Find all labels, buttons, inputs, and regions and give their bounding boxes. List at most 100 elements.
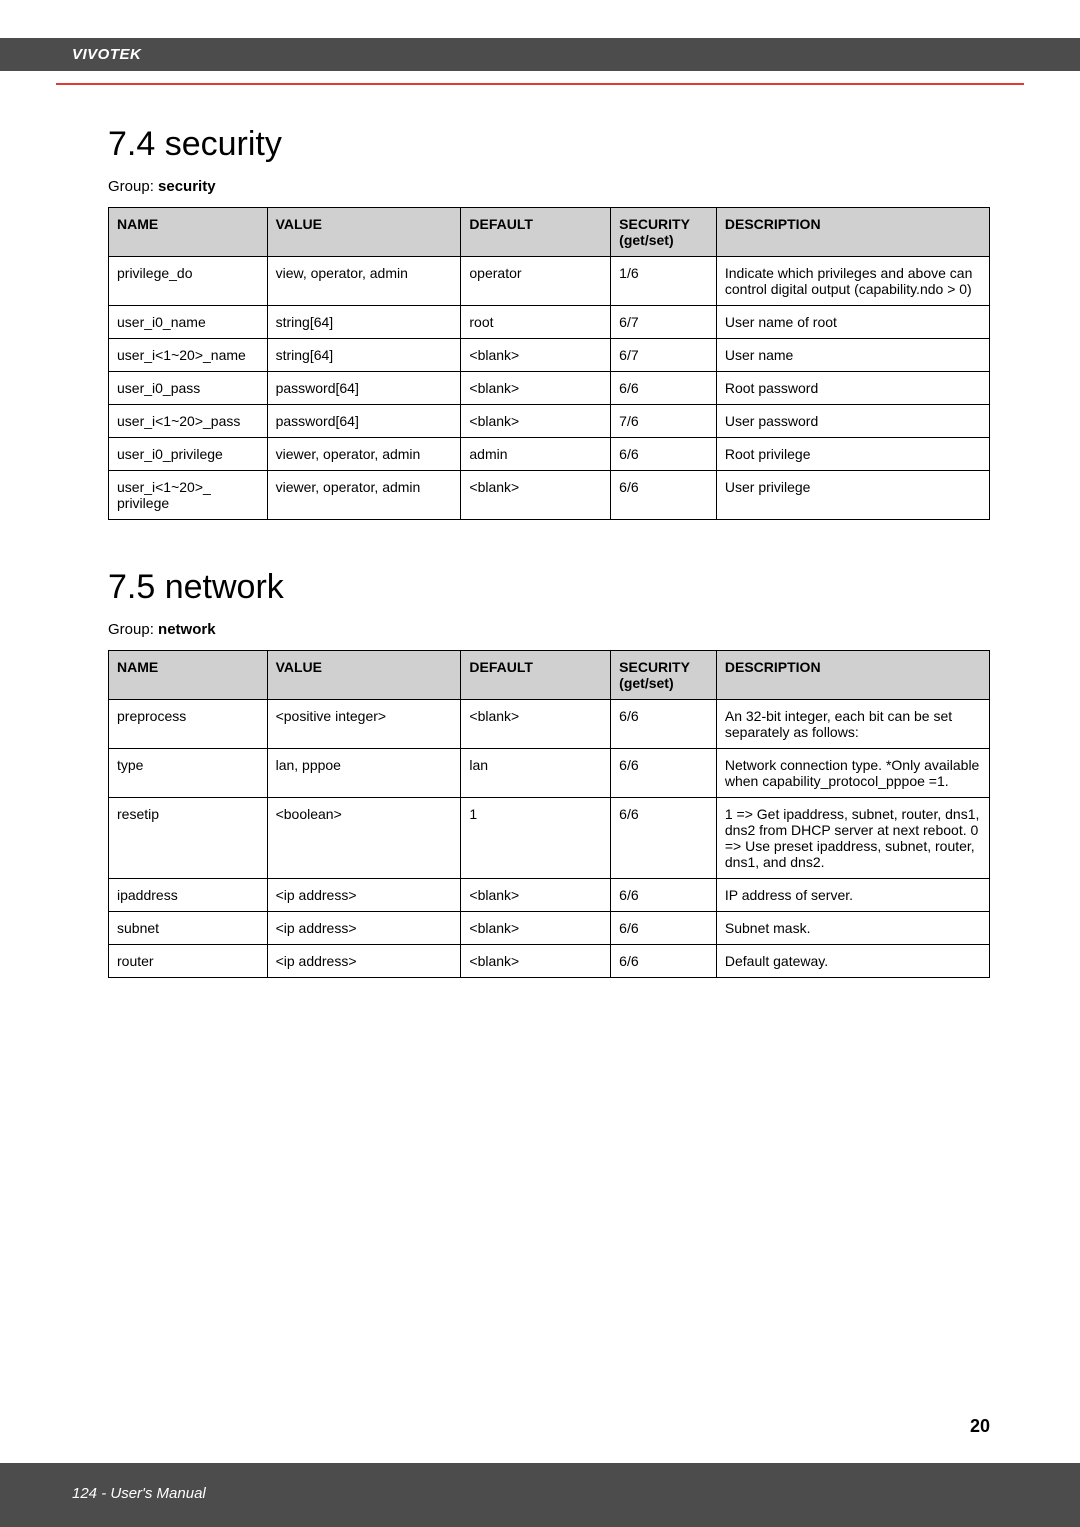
cell-value: string[64]: [267, 306, 461, 339]
cell-security: 6/7: [611, 306, 717, 339]
col-default: DEFAULT: [461, 651, 611, 700]
col-default: DEFAULT: [461, 208, 611, 257]
footer-bar: 124 - User's Manual: [0, 1463, 1080, 1527]
cell-security: 6/6: [611, 372, 717, 405]
cell-name: user_i0_pass: [109, 372, 268, 405]
cell-name: type: [109, 749, 268, 798]
cell-security: 6/6: [611, 749, 717, 798]
group-line-security: Group: security: [108, 178, 990, 195]
cell-value: password[64]: [267, 405, 461, 438]
cell-name: user_i<1~20>_pass: [109, 405, 268, 438]
group-label: Group:: [108, 178, 154, 195]
table-network: NAME VALUE DEFAULT SECURITY (get/set) DE…: [108, 650, 990, 978]
cell-default: lan: [461, 749, 611, 798]
cell-default: <blank>: [461, 471, 611, 520]
table-row: privilege_do view, operator, admin opera…: [109, 257, 990, 306]
table-row: user_i<1~20>_ privilege viewer, operator…: [109, 471, 990, 520]
cell-security: 6/6: [611, 945, 717, 978]
table-row: user_i0_name string[64] root 6/7 User na…: [109, 306, 990, 339]
table-header-row: NAME VALUE DEFAULT SECURITY (get/set) DE…: [109, 651, 990, 700]
cell-security: 6/6: [611, 471, 717, 520]
cell-default: <blank>: [461, 372, 611, 405]
col-value: VALUE: [267, 208, 461, 257]
heading-network: 7.5 network: [108, 568, 990, 607]
table-row: user_i<1~20>_pass password[64] <blank> 7…: [109, 405, 990, 438]
cell-default: operator: [461, 257, 611, 306]
cell-description: An 32-bit integer, each bit can be set s…: [716, 700, 989, 749]
col-security: SECURITY (get/set): [611, 651, 717, 700]
cell-default: <blank>: [461, 700, 611, 749]
cell-security: 1/6: [611, 257, 717, 306]
table-row: ipaddress <ip address> <blank> 6/6 IP ad…: [109, 879, 990, 912]
cell-security: 6/6: [611, 798, 717, 879]
cell-security: 7/6: [611, 405, 717, 438]
cell-value: lan, pppoe: [267, 749, 461, 798]
cell-name: user_i<1~20>_name: [109, 339, 268, 372]
cell-value: <positive integer>: [267, 700, 461, 749]
table-security-body: privilege_do view, operator, admin opera…: [109, 257, 990, 520]
brand-bar: VIVOTEK: [0, 38, 1080, 71]
cell-description: Root privilege: [716, 438, 989, 471]
heading-security: 7.4 security: [108, 125, 990, 164]
cell-name: router: [109, 945, 268, 978]
cell-name: user_i0_privilege: [109, 438, 268, 471]
cell-description: User privilege: [716, 471, 989, 520]
table-network-head: NAME VALUE DEFAULT SECURITY (get/set) DE…: [109, 651, 990, 700]
page-number: 20: [970, 1416, 990, 1437]
cell-security: 6/6: [611, 438, 717, 471]
cell-name: user_i0_name: [109, 306, 268, 339]
cell-description: User password: [716, 405, 989, 438]
cell-security: 6/6: [611, 879, 717, 912]
table-row: subnet <ip address> <blank> 6/6 Subnet m…: [109, 912, 990, 945]
cell-default: root: [461, 306, 611, 339]
cell-description: User name: [716, 339, 989, 372]
cell-value: view, operator, admin: [267, 257, 461, 306]
cell-description: Default gateway.: [716, 945, 989, 978]
group-line-network: Group: network: [108, 621, 990, 638]
cell-default: <blank>: [461, 339, 611, 372]
cell-name: ipaddress: [109, 879, 268, 912]
table-row: user_i0_pass password[64] <blank> 6/6 Ro…: [109, 372, 990, 405]
cell-default: <blank>: [461, 405, 611, 438]
col-description: DESCRIPTION: [716, 651, 989, 700]
col-name: NAME: [109, 208, 268, 257]
cell-description: Subnet mask.: [716, 912, 989, 945]
brand-text: VIVOTEK: [72, 46, 141, 63]
table-header-row: NAME VALUE DEFAULT SECURITY (get/set) DE…: [109, 208, 990, 257]
group-value: security: [158, 178, 216, 195]
cell-name: resetip: [109, 798, 268, 879]
table-row: type lan, pppoe lan 6/6 Network connecti…: [109, 749, 990, 798]
cell-name: preprocess: [109, 700, 268, 749]
cell-name: privilege_do: [109, 257, 268, 306]
table-network-body: preprocess <positive integer> <blank> 6/…: [109, 700, 990, 978]
table-row: resetip <boolean> 1 6/6 1 => Get ipaddre…: [109, 798, 990, 879]
footer-text: 124 - User's Manual: [72, 1485, 206, 1502]
table-row: preprocess <positive integer> <blank> 6/…: [109, 700, 990, 749]
cell-value: viewer, operator, admin: [267, 471, 461, 520]
cell-value: <ip address>: [267, 879, 461, 912]
top-margin: [0, 0, 1080, 38]
cell-value: password[64]: [267, 372, 461, 405]
table-security: NAME VALUE DEFAULT SECURITY (get/set) DE…: [108, 207, 990, 520]
group-value: network: [158, 621, 216, 638]
page-content: 7.4 security Group: security NAME VALUE …: [0, 85, 1080, 978]
table-row: user_i0_privilege viewer, operator, admi…: [109, 438, 990, 471]
group-label: Group:: [108, 621, 154, 638]
cell-default: 1: [461, 798, 611, 879]
cell-default: <blank>: [461, 879, 611, 912]
table-row: router <ip address> <blank> 6/6 Default …: [109, 945, 990, 978]
col-security: SECURITY (get/set): [611, 208, 717, 257]
cell-default: admin: [461, 438, 611, 471]
cell-value: <ip address>: [267, 912, 461, 945]
cell-security: 6/7: [611, 339, 717, 372]
cell-description: Network connection type. *Only available…: [716, 749, 989, 798]
table-security-head: NAME VALUE DEFAULT SECURITY (get/set) DE…: [109, 208, 990, 257]
cell-description: IP address of server.: [716, 879, 989, 912]
cell-value: string[64]: [267, 339, 461, 372]
col-name: NAME: [109, 651, 268, 700]
table-row: user_i<1~20>_name string[64] <blank> 6/7…: [109, 339, 990, 372]
cell-default: <blank>: [461, 912, 611, 945]
cell-description: Root password: [716, 372, 989, 405]
cell-description: User name of root: [716, 306, 989, 339]
cell-value: <boolean>: [267, 798, 461, 879]
